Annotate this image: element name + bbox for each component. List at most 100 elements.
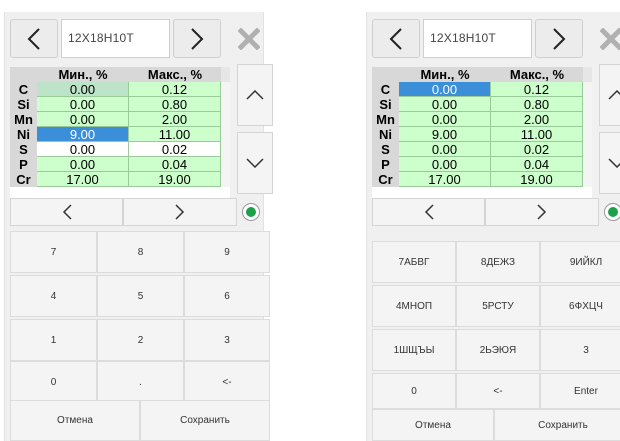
- key-8-dezhz[interactable]: 8ДЕЖЗ: [456, 241, 540, 283]
- max-cell[interactable]: 0.12: [491, 82, 583, 97]
- scroll-up-button[interactable]: [599, 64, 620, 126]
- row-scroll-space: [221, 127, 230, 142]
- min-cell[interactable]: 0.00: [399, 112, 491, 127]
- min-cell-selected[interactable]: 9.00: [37, 127, 129, 142]
- max-cell[interactable]: 0.04: [491, 157, 583, 172]
- close-button[interactable]: [587, 19, 620, 58]
- max-cell[interactable]: 0.12: [129, 82, 221, 97]
- key-3[interactable]: 3: [184, 319, 270, 361]
- key-4[interactable]: 4: [10, 275, 97, 317]
- table-row: Ni 9.00 11.00: [10, 127, 230, 142]
- key-6-fkhtsch[interactable]: 6ФХЦЧ: [540, 285, 620, 327]
- previous-grade-button[interactable]: [10, 19, 58, 58]
- element-label: Mn: [10, 112, 37, 127]
- cell-right-button[interactable]: [123, 198, 237, 226]
- element-label: Ni: [372, 127, 399, 142]
- max-cell[interactable]: 11.00: [491, 127, 583, 142]
- min-cell[interactable]: 0.00: [399, 157, 491, 172]
- key-3[interactable]: 3: [540, 329, 620, 371]
- scroll-down-button[interactable]: [599, 132, 620, 194]
- max-cell[interactable]: 0.80: [491, 97, 583, 112]
- table-row: C 0.00 0.12: [372, 82, 592, 97]
- element-label: Ni: [10, 127, 37, 142]
- max-cell[interactable]: 2.00: [129, 112, 221, 127]
- key-5[interactable]: 5: [97, 275, 184, 317]
- min-cell[interactable]: 0.00: [37, 82, 129, 97]
- table-scrollbar-track: [221, 67, 230, 82]
- row-scroll-space: [221, 142, 230, 157]
- cell-left-button[interactable]: [10, 198, 123, 226]
- min-cell[interactable]: 17.00: [399, 172, 491, 187]
- key-0[interactable]: 0: [372, 373, 456, 409]
- radio-dot-icon: [608, 207, 618, 217]
- min-cell[interactable]: 9.00: [399, 127, 491, 142]
- max-cell[interactable]: 0.80: [129, 97, 221, 112]
- grade-code-field[interactable]: 12Х18Н10Т: [423, 19, 532, 58]
- max-cell[interactable]: 0.02: [129, 142, 221, 157]
- save-button[interactable]: Сохранить: [140, 400, 270, 441]
- cell-left-button[interactable]: [372, 198, 485, 226]
- row-scroll-space: [583, 97, 592, 112]
- scroll-down-button[interactable]: [237, 132, 273, 194]
- row-scroll-space: [583, 82, 592, 97]
- chevron-left-icon: [424, 204, 434, 220]
- next-grade-button[interactable]: [535, 19, 583, 58]
- key-1[interactable]: 1: [10, 319, 97, 361]
- max-cell[interactable]: 19.00: [129, 172, 221, 187]
- enter-key[interactable]: Enter: [540, 373, 620, 409]
- table-corner: [372, 67, 399, 82]
- table-row: S 0.00 0.02: [10, 142, 230, 157]
- key-6[interactable]: 6: [184, 275, 270, 317]
- numeric-keypad-panel: 12Х18Н10Т Мин., % Макс., % C 0.00 0.12 S…: [4, 12, 273, 441]
- table-row: C 0.00 0.12: [10, 82, 230, 97]
- cancel-button[interactable]: Отмена: [372, 409, 494, 441]
- row-scroll-space: [221, 172, 230, 187]
- min-cell[interactable]: 0.00: [37, 157, 129, 172]
- key-2-eyuya[interactable]: 2ЬЭЮЯ: [456, 329, 540, 371]
- key-9-iykl[interactable]: 9ИЙКЛ: [540, 241, 620, 283]
- next-grade-button[interactable]: [173, 19, 221, 58]
- min-cell[interactable]: 17.00: [37, 172, 129, 187]
- header-max: Макс., %: [491, 67, 583, 82]
- previous-grade-button[interactable]: [372, 19, 420, 58]
- key-decimal-point[interactable]: .: [97, 361, 184, 403]
- max-cell[interactable]: 19.00: [491, 172, 583, 187]
- chevron-left-icon: [389, 27, 402, 50]
- min-cell[interactable]: 0.00: [399, 97, 491, 112]
- max-cell[interactable]: 2.00: [491, 112, 583, 127]
- key-4-mnop[interactable]: 4МНОП: [372, 285, 456, 327]
- key-backspace[interactable]: <-: [456, 373, 540, 409]
- max-cell[interactable]: 11.00: [129, 127, 221, 142]
- min-cell[interactable]: 0.00: [37, 97, 129, 112]
- cell-right-button[interactable]: [485, 198, 599, 226]
- key-7-abvg[interactable]: 7АБВГ: [372, 241, 456, 283]
- min-cell[interactable]: 0.00: [399, 142, 491, 157]
- element-label: Si: [372, 97, 399, 112]
- key-8[interactable]: 8: [97, 231, 184, 273]
- alphanumeric-keypad-panel: 12Х18Н10Т Мин., % Макс., % C 0.00 0.12 S…: [366, 12, 620, 441]
- key-2[interactable]: 2: [97, 319, 184, 361]
- row-scroll-space: [583, 157, 592, 172]
- cancel-button[interactable]: Отмена: [10, 400, 140, 441]
- max-cell[interactable]: 0.04: [129, 157, 221, 172]
- key-backspace[interactable]: <-: [184, 361, 270, 403]
- composition-table: Мин., % Макс., % C 0.00 0.12 Si 0.00 0.8…: [372, 67, 592, 205]
- mode-radio-button[interactable]: [242, 203, 260, 221]
- min-cell[interactable]: 0.00: [37, 142, 129, 157]
- key-7[interactable]: 7: [10, 231, 97, 273]
- key-1-shshchy[interactable]: 1ШЩЪЫ: [372, 329, 456, 371]
- min-cell[interactable]: 0.00: [37, 112, 129, 127]
- min-cell-selected[interactable]: 0.00: [399, 82, 491, 97]
- max-cell[interactable]: 0.02: [491, 142, 583, 157]
- key-9[interactable]: 9: [184, 231, 270, 273]
- save-button[interactable]: Сохранить: [494, 409, 620, 441]
- key-0[interactable]: 0: [10, 361, 97, 403]
- chevron-left-icon: [27, 27, 40, 50]
- scroll-up-button[interactable]: [237, 64, 273, 126]
- close-button[interactable]: [225, 19, 273, 58]
- chevron-left-icon: [62, 204, 72, 220]
- mode-radio-button[interactable]: [604, 203, 620, 221]
- key-5-rstu[interactable]: 5РСТУ: [456, 285, 540, 327]
- element-label: Cr: [10, 172, 37, 187]
- grade-code-field[interactable]: 12Х18Н10Т: [61, 19, 170, 58]
